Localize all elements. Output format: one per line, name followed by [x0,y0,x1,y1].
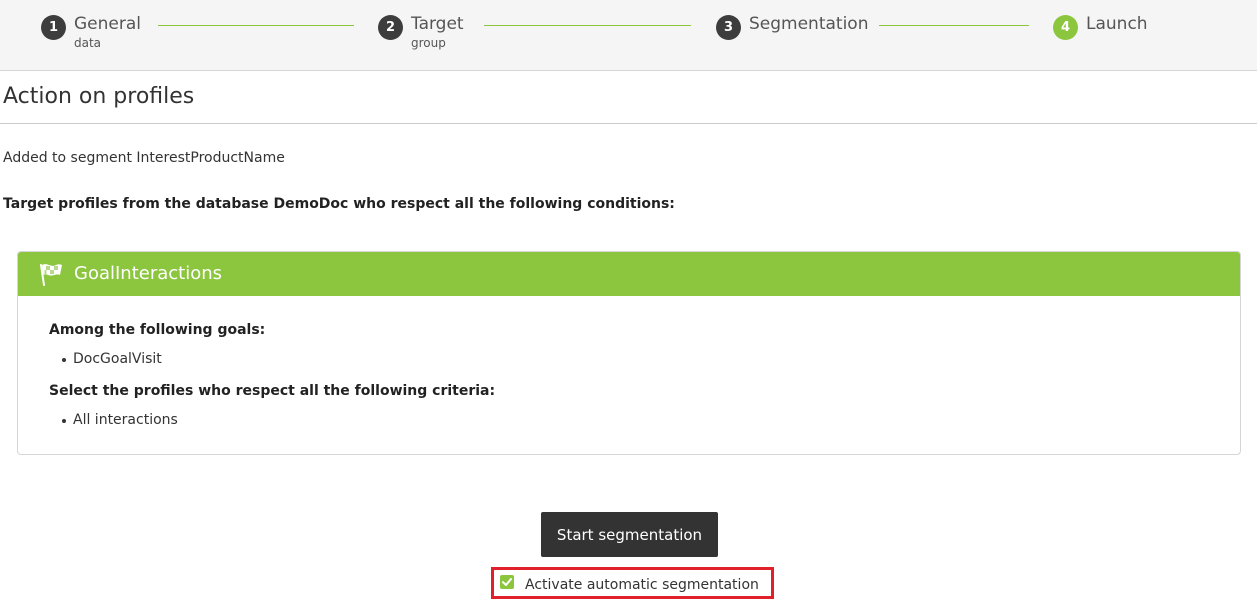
criteria-heading: Select the profiles who respect all the … [49,383,496,399]
step-connector [158,25,354,26]
list-item: All interactions [62,412,178,428]
step-connector [879,25,1029,26]
step-subtitle: data [74,36,102,50]
step-number: 1 [41,15,66,40]
goals-heading: Among the following goals: [49,322,266,338]
start-segmentation-button[interactable]: Start segmentation [541,512,718,557]
step-number: 3 [716,15,741,40]
list-item: DocGoalVisit [62,351,162,367]
checkmark-icon [502,578,512,586]
step-title: Launch [1086,14,1148,34]
automatic-segmentation-checkbox[interactable] [500,575,514,589]
wizard-stepper: 1 General data 2 Target group 3 Segmenta… [0,0,1257,71]
step-title: General [74,14,141,34]
step-subtitle: group [411,36,446,50]
checkered-flag-icon [40,264,62,286]
automatic-segmentation-label[interactable]: Activate automatic segmentation [525,577,759,593]
page-title: Action on profiles [3,84,195,109]
panel-header: GoalInteractions [18,252,1240,296]
step-title: Target [411,14,464,34]
step-title: Segmentation [749,14,869,34]
target-description: Target profiles from the database DemoDo… [3,196,675,212]
panel-title: GoalInteractions [74,263,223,284]
divider [0,123,1257,124]
segment-info: Added to segment InterestProductName [3,150,285,166]
step-connector [484,25,691,26]
step-number: 4 [1053,15,1078,40]
goal-interactions-panel: GoalInteractions Among the following goa… [17,251,1241,455]
step-number: 2 [378,15,403,40]
